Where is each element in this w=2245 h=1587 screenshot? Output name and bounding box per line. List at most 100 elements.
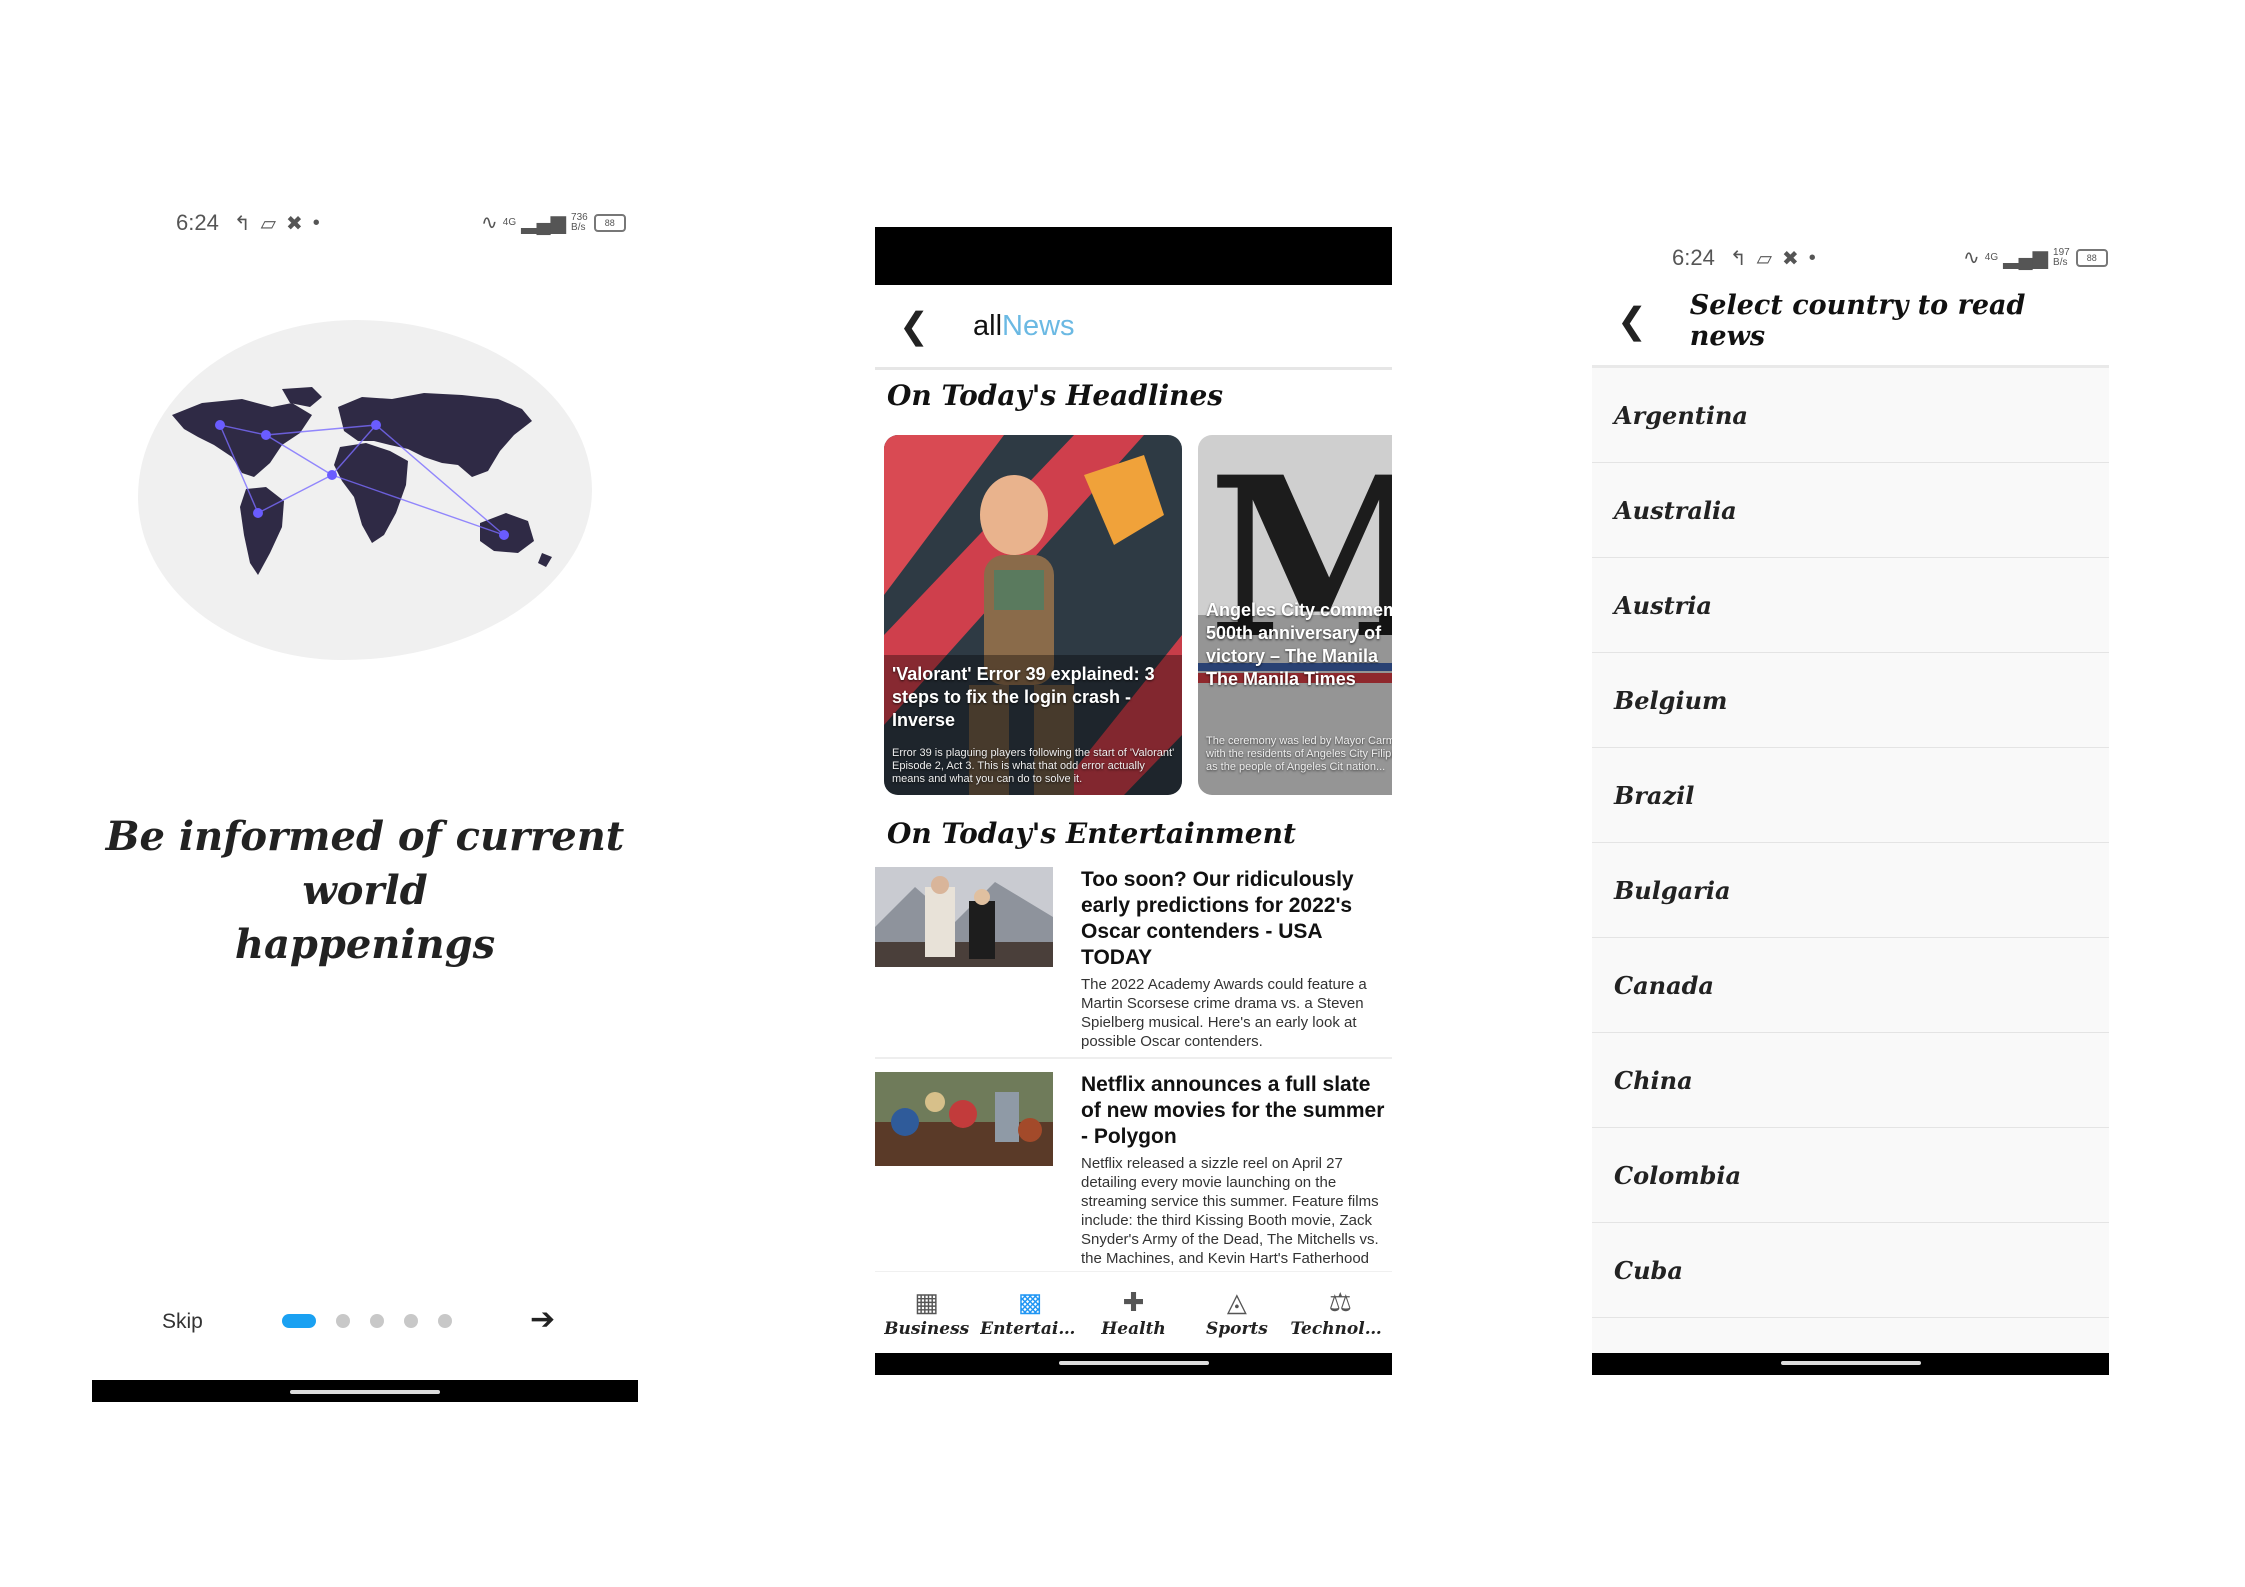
article-item[interactable]: Netflix announces a full slate of new mo… xyxy=(875,1072,1392,1272)
net-speed-unit: B/s xyxy=(2053,256,2068,268)
status-bar-right: ∿ 4G ▂▄▆ 197 B/s 88 xyxy=(1958,245,2108,270)
headline-image xyxy=(884,435,1182,795)
article-thumbnail xyxy=(875,1072,1053,1166)
system-nav-bar xyxy=(92,1380,638,1402)
system-nav-bar xyxy=(1592,1353,2109,1375)
headline-desc: Error 39 is plaguing players following t… xyxy=(892,747,1175,785)
page-dot[interactable] xyxy=(438,1314,452,1328)
bottom-navigation: ▦ Business ▩ Entertainm... ✚ Health ◬ Sp… xyxy=(875,1271,1392,1354)
call-icon: ↰ xyxy=(233,212,251,235)
article-title: Netflix announces a full slate of new mo… xyxy=(1081,1073,1385,1148)
logo-part-2: News xyxy=(1002,309,1075,342)
tagline-line-1: Be informed of current world xyxy=(105,813,625,914)
tagline-line-2: happenings xyxy=(234,921,496,968)
whistle-icon: ◬ xyxy=(1226,1287,1247,1317)
headline-card[interactable]: 'Valorant' Error 39 explained: 3 steps t… xyxy=(884,435,1182,795)
status-time: 6:24 xyxy=(176,210,219,235)
system-nav-bar xyxy=(875,1353,1392,1375)
x-icon: ✖ xyxy=(285,212,303,235)
dot-icon: • xyxy=(1808,246,1816,269)
article-desc: The 2022 Academy Awards could feature a … xyxy=(1081,976,1367,1050)
country-item[interactable]: Bulgaria xyxy=(1592,843,2109,938)
activity-icon: ∿ xyxy=(1963,247,1980,269)
article-thumbnail xyxy=(875,867,1053,967)
status-time: 6:24 xyxy=(1672,245,1715,270)
headline-desc: The ceremony was led by Mayor Carm with … xyxy=(1206,735,1392,773)
app-logo: allNews xyxy=(973,310,1075,343)
status-bar: 6:24 ↰ ▱ ✖ • xyxy=(176,210,325,236)
net-speed: 197 B/s xyxy=(2053,247,2070,268)
signal-icon: ▂▄▆ xyxy=(2003,247,2049,269)
building-icon: ▦ xyxy=(914,1287,939,1317)
net-speed-unit: B/s xyxy=(571,221,586,233)
country-item[interactable]: Colombia xyxy=(1592,1128,2109,1223)
shirt-icon: ▱ xyxy=(1756,247,1772,270)
status-bar: 6:24 ↰ ▱ ✖ • xyxy=(1672,245,1821,271)
app-bar: ❮ Select country to read news xyxy=(1592,277,2109,368)
activity-icon: ∿ xyxy=(481,212,498,234)
nav-label: Sports xyxy=(1205,1319,1268,1339)
shirt-icon: ▱ xyxy=(260,212,276,235)
skip-button[interactable]: Skip xyxy=(162,1310,203,1334)
country-item[interactable]: Austria xyxy=(1592,558,2109,653)
nav-label: Entertainm... xyxy=(980,1319,1080,1339)
entertainment-title: On Today's Entertainment xyxy=(887,817,1296,850)
medical-icon: ✚ xyxy=(1122,1287,1145,1317)
nav-entertainment[interactable]: ▩ Entertainm... xyxy=(978,1272,1081,1354)
battery-icon: 88 xyxy=(2075,248,2108,267)
headline-title: Angeles City commem 500th anniversary of… xyxy=(1206,600,1392,689)
country-item[interactable]: China xyxy=(1592,1033,2109,1128)
country-item[interactable]: Argentina xyxy=(1592,368,2109,463)
nav-business[interactable]: ▦ Business xyxy=(875,1272,978,1354)
net-speed: 736 B/s xyxy=(571,212,588,233)
logo-part-1: all xyxy=(973,309,1003,342)
home-indicator[interactable] xyxy=(1780,1361,1921,1365)
nav-sports[interactable]: ◬ Sports xyxy=(1185,1272,1288,1354)
call-icon: ↰ xyxy=(1729,247,1747,270)
page-title: Select country to read news xyxy=(1689,290,2026,352)
app-bar: ❮ allNews xyxy=(875,285,1392,370)
nav-health[interactable]: ✚ Health xyxy=(1082,1272,1185,1354)
home-indicator[interactable] xyxy=(290,1390,440,1394)
nav-label: Business xyxy=(884,1319,970,1339)
article-image xyxy=(875,1072,1053,1166)
battery-icon: 88 xyxy=(593,213,626,232)
network-type: 4G xyxy=(502,217,517,228)
back-arrow-icon[interactable]: ❮ xyxy=(1592,300,1672,342)
headline-card[interactable]: M Angeles City commem 500th anniversary … xyxy=(1198,435,1392,795)
clapperboard-icon: ▩ xyxy=(1017,1287,1043,1317)
article-title: Too soon? Our ridiculously early predict… xyxy=(1081,868,1354,969)
news-feed-screen: ❮ allNews On Today's Headlines 'Valorant… xyxy=(875,227,1392,1375)
dot-icon: • xyxy=(312,211,320,234)
nav-technology[interactable]: ⚖ Technology xyxy=(1289,1272,1392,1354)
headlines-title: On Today's Headlines xyxy=(887,379,1224,412)
home-indicator[interactable] xyxy=(1058,1361,1209,1365)
nav-label: Technology xyxy=(1290,1319,1391,1339)
country-item[interactable]: Belgium xyxy=(1592,653,2109,748)
page-dot[interactable] xyxy=(404,1314,418,1328)
world-map-illustration xyxy=(172,387,552,575)
article-image xyxy=(875,867,1053,967)
onboarding-screen: 6:24 ↰ ▱ ✖ • ∿ 4G ▂▄▆ 736 B/s 88 Be info… xyxy=(92,190,638,1402)
page-dot[interactable] xyxy=(370,1314,384,1328)
country-item[interactable]: Australia xyxy=(1592,463,2109,558)
page-dot[interactable] xyxy=(336,1314,350,1328)
nav-label: Health xyxy=(1101,1319,1166,1339)
country-list: Argentina Australia Austria Belgium Braz… xyxy=(1592,368,2109,1375)
country-item[interactable]: Canada xyxy=(1592,938,2109,1033)
country-item[interactable]: Brazil xyxy=(1592,748,2109,843)
x-icon: ✖ xyxy=(1781,247,1799,270)
arrow-right-icon[interactable]: ➔ xyxy=(530,1302,555,1337)
article-item[interactable]: Too soon? Our ridiculously early predict… xyxy=(875,867,1392,1057)
page-indicator xyxy=(282,1314,472,1328)
network-type: 4G xyxy=(1984,252,1999,263)
signal-icon: ▂▄▆ xyxy=(521,212,567,234)
onboarding-tagline: Be informed of current world happenings xyxy=(92,810,638,972)
headlines-carousel[interactable]: 'Valorant' Error 39 explained: 3 steps t… xyxy=(884,435,1392,795)
page-dot[interactable] xyxy=(282,1314,316,1328)
country-item[interactable]: Cuba xyxy=(1592,1223,2109,1318)
country-select-screen: 6:24 ↰ ▱ ✖ • ∿ 4G ▂▄▆ 197 B/s 88 ❮ Select… xyxy=(1592,227,2109,1375)
status-bar-right: ∿ 4G ▂▄▆ 736 B/s 88 xyxy=(476,210,626,235)
microscope-icon: ⚖ xyxy=(1328,1287,1352,1317)
back-arrow-icon[interactable]: ❮ xyxy=(875,305,953,347)
